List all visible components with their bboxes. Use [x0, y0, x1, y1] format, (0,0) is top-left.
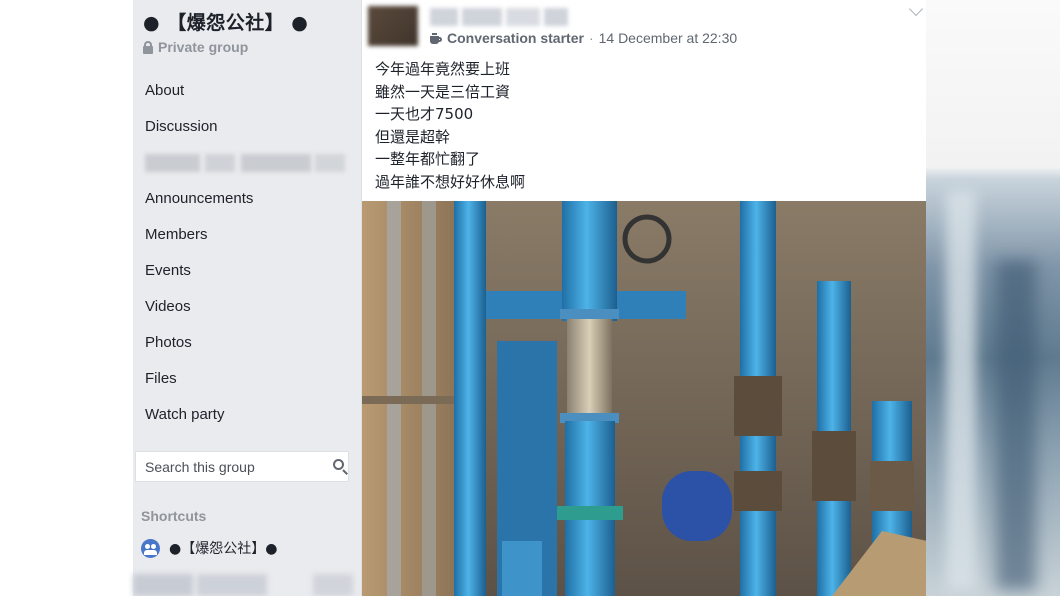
group-nav: About Discussion Announcements Members E… [133, 73, 361, 433]
shortcut-label: ●【爆怨公社】● [169, 541, 278, 557]
conversation-starter-badge: Conversation starter [447, 30, 584, 46]
blurred-nav-item [133, 145, 349, 181]
avatar[interactable] [368, 6, 418, 46]
post-timestamp[interactable]: 14 December at 22:30 [599, 30, 738, 46]
group-title[interactable]: ● 【爆怨公社】 ● [143, 8, 308, 35]
post-body: 今年過年竟然要上班 雖然一天是三倍工資 一天也才7500 但還是超幹 一整年都忙… [375, 58, 915, 193]
nav-item-files[interactable]: Files [133, 361, 361, 397]
nav-item-about[interactable]: About [133, 73, 361, 109]
pipe-room-photo [362, 201, 927, 596]
post-line: 但還是超幹 [375, 127, 451, 146]
chevron-down-icon[interactable] [908, 1, 924, 17]
nav-item-discussion[interactable]: Discussion [133, 109, 361, 145]
nav-item-photos[interactable]: Photos [133, 325, 361, 361]
group-sidebar: ● 【爆怨公社】 ● Private group About Discussio… [133, 0, 361, 596]
post-line: 一整年都忙翻了 [375, 150, 481, 168]
post-line: 一天也才7500 [375, 105, 474, 123]
nav-item-videos[interactable]: Videos [133, 289, 361, 325]
search-input[interactable] [136, 452, 326, 481]
group-icon [141, 538, 160, 558]
post-line: 過年誰不想好好休息啊 [375, 172, 526, 191]
post-header: Conversation starter · 14 December at 22… [362, 0, 927, 56]
nav-item-watch-party[interactable]: Watch party [133, 397, 361, 433]
post-card: Conversation starter · 14 December at 22… [361, 0, 927, 596]
group-search [135, 451, 349, 482]
shortcut-group-item[interactable]: ●【爆怨公社】● [141, 538, 277, 558]
meta-separator: · [588, 30, 594, 46]
lock-icon [143, 40, 153, 54]
post-line: 今年過年竟然要上班 [375, 60, 511, 78]
shortcuts-heading: Shortcuts [141, 508, 207, 524]
post-photo[interactable] [362, 201, 927, 596]
blurred-shortcut [133, 570, 361, 596]
privacy-label: Private group [158, 39, 249, 55]
nav-item-members[interactable]: Members [133, 217, 361, 253]
right-background-blur [926, 0, 1060, 596]
nav-item-announcements[interactable]: Announcements [133, 181, 361, 217]
nav-item-events[interactable]: Events [133, 253, 361, 289]
left-margin [0, 0, 133, 596]
post-meta: Conversation starter · 14 December at 22… [430, 30, 737, 46]
group-privacy: Private group [143, 39, 248, 55]
post-line: 雖然一天是三倍工資 [375, 82, 511, 101]
coffee-badge-icon [430, 32, 442, 44]
search-icon[interactable] [326, 453, 348, 481]
